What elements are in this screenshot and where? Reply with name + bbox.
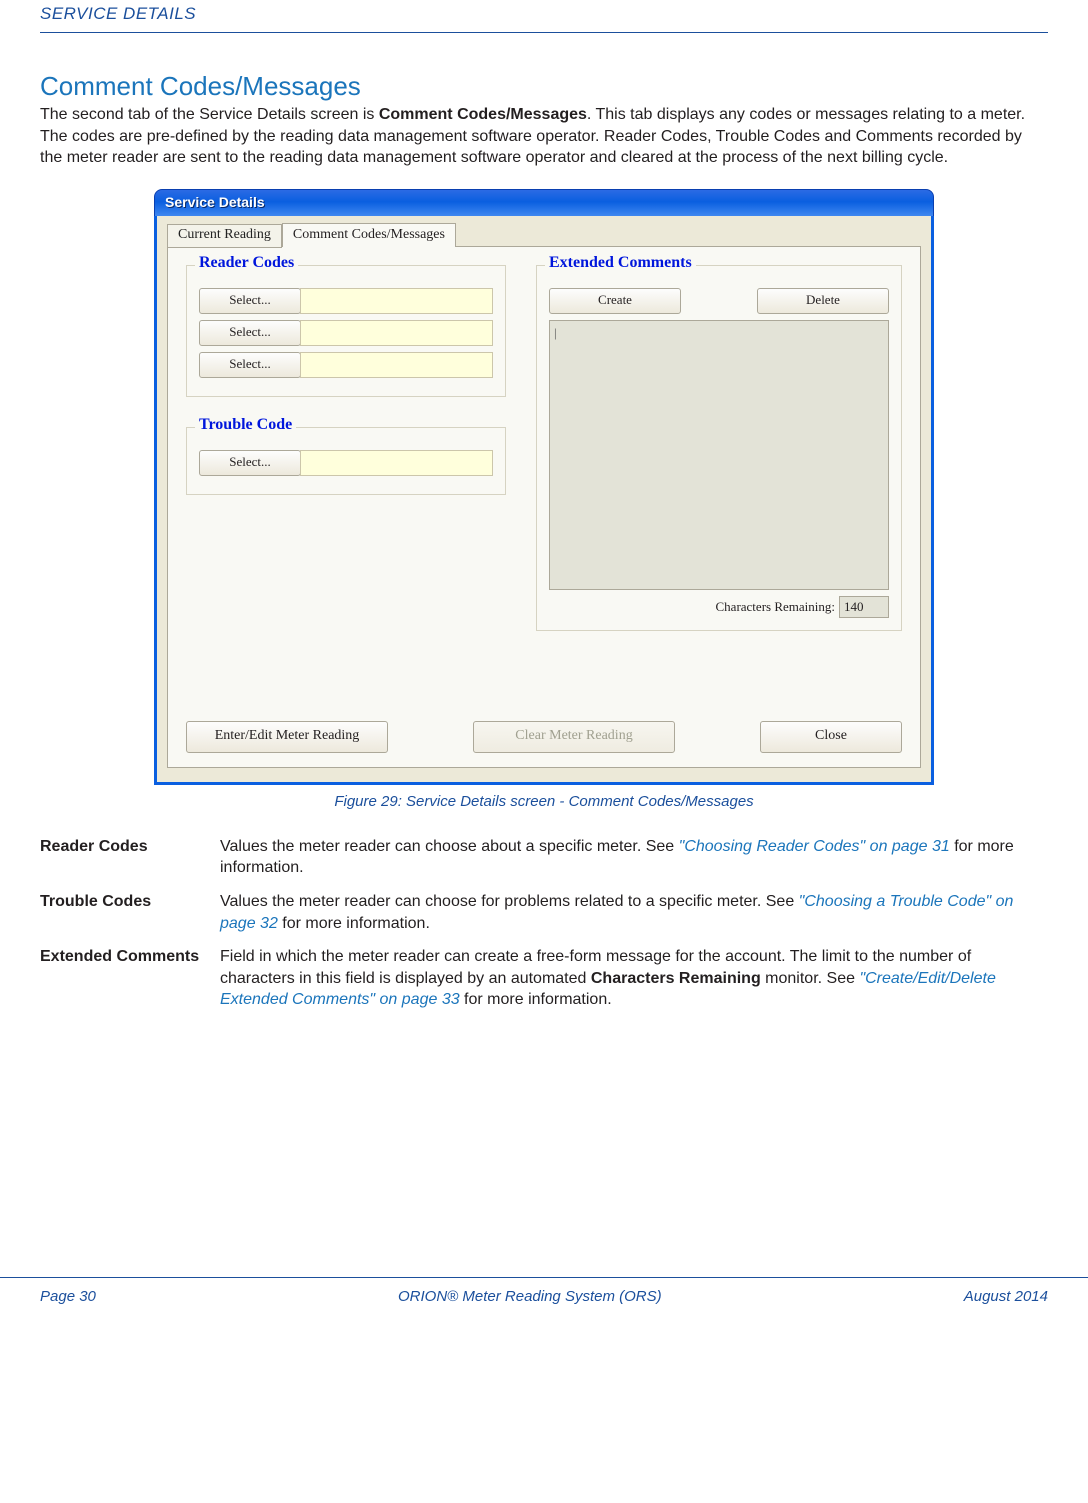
trouble-code-group: Trouble Code Select...: [186, 427, 506, 495]
extended-comments-legend: Extended Comments: [545, 254, 696, 272]
reader-code-select-3[interactable]: Select...: [199, 352, 301, 378]
tab-strip: Current Reading Comment Codes/Messages: [167, 222, 921, 246]
def-desc-trouble-codes: Values the meter reader can choose for p…: [220, 885, 1048, 940]
tab-current-reading[interactable]: Current Reading: [167, 224, 282, 248]
reader-codes-legend: Reader Codes: [195, 254, 298, 272]
def-ec-bold: Characters Remaining: [591, 970, 761, 987]
enter-edit-meter-reading-button[interactable]: Enter/Edit Meter Reading: [186, 721, 388, 753]
definitions-table: Reader Codes Values the meter reader can…: [40, 830, 1048, 1017]
delete-button[interactable]: Delete: [757, 288, 889, 314]
footer-date: August 2014: [964, 1288, 1048, 1305]
def-desc-extended-comments: Field in which the meter reader can crea…: [220, 940, 1048, 1017]
def-tc-t2: for more information.: [278, 915, 430, 932]
clear-meter-reading-button: Clear Meter Reading: [473, 721, 675, 753]
figure-caption: Figure 29: Service Details screen - Comm…: [154, 793, 934, 810]
intro-bold: Comment Codes/Messages: [379, 106, 587, 123]
chars-remaining-label: Characters Remaining:: [716, 599, 836, 615]
window-titlebar: Service Details: [154, 189, 934, 216]
trouble-code-legend: Trouble Code: [195, 416, 296, 434]
reader-codes-group: Reader Codes Select... Select...: [186, 265, 506, 397]
page-footer: Page 30 ORION® Meter Reading System (ORS…: [0, 1277, 1088, 1335]
reader-code-value-3: [300, 352, 493, 378]
def-term-trouble-codes: Trouble Codes: [40, 885, 220, 940]
intro-paragraph: The second tab of the Service Details sc…: [40, 104, 1048, 169]
link-choosing-reader-codes[interactable]: "Choosing Reader Codes" on page 31: [679, 838, 950, 855]
reader-code-select-1[interactable]: Select...: [199, 288, 301, 314]
footer-product: ORION® Meter Reading System (ORS): [398, 1288, 662, 1305]
header-section-label: SERVICE DETAILS: [40, 0, 1048, 33]
reader-code-value-1: [300, 288, 493, 314]
extended-comments-textarea[interactable]: |: [549, 320, 889, 590]
close-button[interactable]: Close: [760, 721, 902, 753]
def-ec-t2: monitor. See: [761, 970, 860, 987]
def-ec-t3: for more information.: [460, 991, 612, 1008]
intro-text-1: The second tab of the Service Details sc…: [40, 106, 379, 123]
reader-code-value-2: [300, 320, 493, 346]
extended-comments-group: Extended Comments Create Delete | Charac…: [536, 265, 902, 631]
footer-page: Page 30: [40, 1288, 96, 1305]
service-details-window: Service Details Current Reading Comment …: [154, 189, 934, 785]
trouble-code-select[interactable]: Select...: [199, 450, 301, 476]
section-title: Comment Codes/Messages: [40, 71, 1048, 102]
create-button[interactable]: Create: [549, 288, 681, 314]
tab-comment-codes[interactable]: Comment Codes/Messages: [282, 223, 456, 247]
trouble-code-value: [300, 450, 493, 476]
chars-remaining-value: 140: [839, 596, 889, 618]
def-desc-reader-codes: Values the meter reader can choose about…: [220, 830, 1048, 885]
def-rc-t1: Values the meter reader can choose about…: [220, 838, 679, 855]
tab-panel: Reader Codes Select... Select...: [167, 246, 921, 768]
reader-code-select-2[interactable]: Select...: [199, 320, 301, 346]
def-tc-t1: Values the meter reader can choose for p…: [220, 893, 799, 910]
def-term-reader-codes: Reader Codes: [40, 830, 220, 885]
def-term-extended-comments: Extended Comments: [40, 940, 220, 1017]
